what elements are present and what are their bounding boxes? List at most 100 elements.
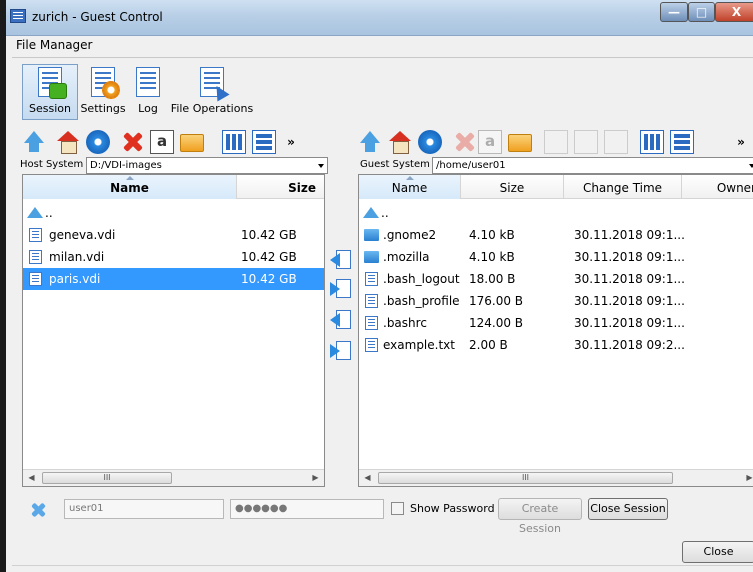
- guest-file-row[interactable]: .bash_logout 18.00 B 30.11.2018 09:1...: [359, 268, 753, 290]
- username-field[interactable]: user01: [64, 499, 224, 519]
- host-path-value: D:/VDI-images: [90, 160, 162, 171]
- scroll-right-icon[interactable]: ▶: [741, 470, 753, 486]
- move-to-host-button[interactable]: [330, 309, 354, 331]
- file-icon: [29, 250, 42, 264]
- guest-system-row: Guest System /home/user01: [360, 157, 753, 175]
- session-tab-button[interactable]: Session: [22, 64, 78, 120]
- toolbar-overflow-icon[interactable]: »: [284, 130, 298, 154]
- refresh-icon[interactable]: [86, 130, 110, 154]
- host-file-list[interactable]: Name Size .. geneva.vdi 10.42 GB milan.v…: [22, 174, 325, 487]
- create-session-button[interactable]: Create Session: [498, 498, 582, 535]
- close-session-button[interactable]: Close Session: [588, 498, 668, 520]
- log-tab-button[interactable]: Log: [128, 64, 168, 115]
- password-field[interactable]: ●●●●●●: [230, 499, 384, 519]
- window-title: zurich - Guest Control: [32, 10, 163, 24]
- paste-icon[interactable]: [604, 130, 628, 154]
- guest-file-row[interactable]: example.txt 2.00 B 30.11.2018 09:2...: [359, 334, 753, 356]
- guest-file-size: 4.10 kB: [469, 228, 515, 242]
- copy-icon[interactable]: [544, 130, 568, 154]
- host-toolbar: a »: [22, 130, 332, 156]
- guest-time-column-header[interactable]: Change Time: [564, 175, 682, 199]
- file-operations-label: File Operations: [170, 102, 254, 115]
- guest-file-list[interactable]: Name Size Change Time Owner .. .gnome2 4…: [358, 174, 753, 487]
- rename-icon[interactable]: a: [150, 130, 174, 154]
- guest-name-column-label: Name: [391, 181, 428, 195]
- file-icon: [365, 294, 378, 308]
- file-operations-tab-button[interactable]: File Operations: [170, 64, 254, 115]
- host-name-column-header[interactable]: Name: [23, 175, 237, 199]
- guest-file-row[interactable]: .mozilla 4.10 kB 30.11.2018 09:1...: [359, 246, 753, 268]
- minimize-button[interactable]: —: [660, 2, 688, 22]
- view-columns-icon[interactable]: [222, 130, 246, 154]
- view-columns-icon[interactable]: [640, 130, 664, 154]
- view-rows-icon[interactable]: [670, 130, 694, 154]
- guest-file-name: example.txt: [383, 338, 455, 352]
- scroll-left-icon[interactable]: ◀: [359, 470, 376, 486]
- guest-file-row[interactable]: .bash_profile 176.00 B 30.11.2018 09:1..…: [359, 290, 753, 312]
- guest-horizontal-scrollbar[interactable]: ◀ III ▶: [359, 469, 753, 486]
- folder-icon: [364, 251, 379, 263]
- guest-file-row[interactable]: .bashrc 124.00 B 30.11.2018 09:1...: [359, 312, 753, 334]
- host-parent-row[interactable]: ..: [23, 202, 324, 224]
- guest-path-combo[interactable]: /home/user01: [432, 157, 753, 174]
- toolbar-overflow-icon[interactable]: »: [734, 130, 748, 154]
- guest-file-name: .bashrc: [383, 316, 427, 330]
- copy-to-host-button[interactable]: [330, 249, 354, 271]
- guest-size-column-header[interactable]: Size: [461, 175, 564, 199]
- settings-label: Settings: [80, 102, 126, 115]
- guest-owner-column-header[interactable]: Owner: [682, 175, 753, 199]
- guest-name-column-header[interactable]: Name: [359, 175, 461, 199]
- guest-file-time: 30.11.2018 09:1...: [574, 294, 685, 308]
- settings-tab-button[interactable]: Settings: [80, 64, 126, 115]
- close-window-button[interactable]: X: [715, 2, 753, 22]
- guest-file-time: 30.11.2018 09:1...: [574, 272, 685, 286]
- guest-size-column-label: Size: [499, 181, 525, 195]
- guest-file-row[interactable]: .gnome2 4.10 kB 30.11.2018 09:1...: [359, 224, 753, 246]
- guest-file-size: 4.10 kB: [469, 250, 515, 264]
- file-icon: [29, 228, 42, 242]
- guest-parent-row[interactable]: ..: [359, 202, 753, 224]
- rename-icon[interactable]: a: [478, 130, 502, 154]
- up-arrow-icon[interactable]: [22, 130, 46, 154]
- guest-file-name: .gnome2: [383, 228, 437, 242]
- host-horizontal-scrollbar[interactable]: ◀ III ▶: [23, 469, 324, 486]
- host-path-combo[interactable]: D:/VDI-images: [86, 157, 328, 174]
- host-scroll-thumb[interactable]: III: [42, 472, 172, 484]
- guest-scroll-thumb[interactable]: III: [378, 472, 673, 484]
- show-password-label: Show Password: [410, 502, 495, 515]
- close-button[interactable]: Close: [682, 541, 753, 563]
- guest-file-size: 2.00 B: [469, 338, 508, 352]
- guest-file-time: 30.11.2018 09:1...: [574, 250, 685, 264]
- host-file-row-selected[interactable]: paris.vdi 10.42 GB: [23, 268, 324, 290]
- title-bar[interactable]: zurich - Guest Control — □ X: [6, 0, 753, 36]
- guest-file-name: .bash_profile: [383, 294, 460, 308]
- scissors-icon[interactable]: [574, 130, 598, 154]
- host-file-row[interactable]: geneva.vdi 10.42 GB: [23, 224, 324, 246]
- host-name-column-label: Name: [110, 181, 149, 195]
- up-arrow-icon[interactable]: [358, 130, 382, 154]
- chevron-down-icon: [318, 164, 324, 168]
- scroll-left-icon[interactable]: ◀: [23, 470, 40, 486]
- refresh-icon[interactable]: [418, 130, 442, 154]
- guest-file-name: .bash_logout: [383, 272, 460, 286]
- scroll-right-icon[interactable]: ▶: [307, 470, 324, 486]
- view-rows-icon[interactable]: [252, 130, 276, 154]
- arrow-right-icon: [330, 282, 340, 296]
- gear-icon: [102, 81, 120, 99]
- delete-icon[interactable]: [452, 130, 476, 154]
- show-password-checkbox[interactable]: [391, 502, 404, 515]
- new-folder-icon[interactable]: [180, 134, 204, 152]
- home-icon[interactable]: [56, 130, 80, 154]
- copy-to-guest-button[interactable]: [330, 278, 354, 300]
- host-file-name: milan.vdi: [49, 250, 105, 264]
- move-to-guest-button[interactable]: [330, 340, 354, 362]
- new-folder-icon[interactable]: [508, 134, 532, 152]
- guest-file-time: 30.11.2018 09:2...: [574, 338, 685, 352]
- host-size-column-header[interactable]: Size: [237, 175, 324, 199]
- file-icon: [365, 272, 378, 286]
- maximize-button[interactable]: □: [688, 2, 715, 22]
- delete-icon[interactable]: [120, 130, 144, 154]
- home-icon[interactable]: [388, 130, 412, 154]
- host-file-row[interactable]: milan.vdi 10.42 GB: [23, 246, 324, 268]
- guest-file-size: 176.00 B: [469, 294, 524, 308]
